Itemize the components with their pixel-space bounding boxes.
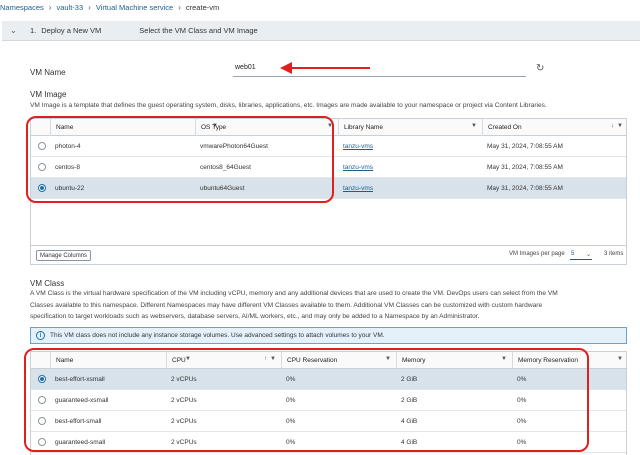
filter-icon[interactable]: ▼	[501, 356, 507, 362]
chevron-down-icon: ⌄	[585, 251, 591, 258]
breadcrumb: Namespaces › vault-33 › Virtual Machine …	[0, 0, 219, 14]
step-number: 1.	[30, 26, 37, 35]
column-header-created-on[interactable]: Created On ↓ ▼	[482, 119, 628, 136]
grid-header: Name ▼ CPU ↑ ▼ CPU Reservation ▼ Memory …	[31, 352, 626, 369]
table-row[interactable]: best-effort-small 2 vCPUs 0% 4 GiB 0%	[31, 411, 626, 432]
item-count: 3 items	[604, 251, 624, 257]
row-radio[interactable]	[38, 142, 46, 150]
row-radio-selected[interactable]	[38, 375, 46, 383]
table-row[interactable]: guaranteed-small 2 vCPUs 0% 4 GiB 0%	[31, 432, 626, 453]
breadcrumb-vm-service[interactable]: Virtual Machine service	[96, 3, 173, 12]
library-link[interactable]: tanzu-vms	[338, 157, 373, 178]
step-title: Deploy a New VM	[41, 26, 102, 35]
filter-icon[interactable]: ▼	[471, 123, 477, 129]
breadcrumb-namespaces[interactable]: Namespaces	[0, 3, 44, 12]
filter-icon[interactable]: ▼	[270, 356, 276, 362]
vm-class-grid: Name ▼ CPU ↑ ▼ CPU Reservation ▼ Memory …	[30, 351, 627, 455]
step-subtitle: Select the VM Class and VM Image	[139, 26, 258, 35]
info-icon: i	[36, 331, 45, 340]
annotation-arrow-head	[280, 62, 292, 74]
breadcrumb-namespace[interactable]: vault-33	[56, 3, 83, 12]
filter-icon[interactable]: ▼	[327, 123, 333, 129]
chevron-right-icon: ›	[178, 2, 181, 12]
row-radio[interactable]	[38, 438, 46, 446]
column-header-memory[interactable]: Memory ▼	[396, 352, 512, 369]
sort-ascending-icon[interactable]: ↑	[264, 356, 267, 362]
filter-icon[interactable]: ▼	[385, 356, 391, 362]
manage-columns-button[interactable]: Manage Columns	[36, 250, 92, 261]
row-radio-selected[interactable]	[38, 184, 46, 192]
table-row-selected[interactable]: ubuntu-22 ubuntu64Guest tanzu-vms May 31…	[31, 178, 626, 199]
vm-image-description: VM Image is a template that defines the …	[30, 102, 547, 109]
column-header-cpu-reservation[interactable]: CPU Reservation ▼	[281, 352, 396, 369]
row-radio[interactable]	[38, 396, 46, 404]
column-header-memory-reservation[interactable]: Memory Reservation ▼	[512, 352, 628, 369]
table-row[interactable]: centos-8 centos8_64Guest tanzu-vms May 3…	[31, 157, 626, 178]
refresh-icon[interactable]: ↻	[536, 63, 544, 74]
table-row[interactable]: photon-4 vmwarePhoton64Guest tanzu-vms M…	[31, 136, 626, 157]
vm-class-heading: VM Class	[30, 279, 65, 288]
library-link[interactable]: tanzu-vms	[338, 136, 373, 157]
column-header-library-name[interactable]: Library Name ▼	[338, 119, 482, 136]
column-header-cpu[interactable]: CPU ↑ ▼	[166, 352, 281, 369]
step-header[interactable]: ⌄ 1. Deploy a New VM Select the VM Class…	[2, 21, 640, 41]
vm-class-description: A VM Class is the virtual hardware speci…	[30, 290, 558, 320]
filter-icon[interactable]: ▼	[617, 356, 623, 362]
library-link[interactable]: tanzu-vms	[338, 178, 373, 199]
grid-footer: Manage Columns VM Images per page 5 ⌄ 3 …	[31, 245, 626, 264]
vm-image-heading: VM Image	[30, 90, 67, 99]
grid-header: Name ▼ OS Type ▼ Library Name ▼ Created …	[31, 119, 626, 136]
chevron-right-icon: ›	[88, 2, 91, 12]
chevron-down-icon[interactable]: ⌄	[10, 26, 20, 35]
info-alert-text: This VM class does not include any insta…	[50, 332, 385, 339]
vm-image-grid: Name ▼ OS Type ▼ Library Name ▼ Created …	[30, 118, 627, 265]
per-page-select[interactable]: 5 ⌄	[570, 249, 592, 260]
row-radio[interactable]	[38, 417, 46, 425]
info-alert: i This VM class does not include any ins…	[30, 327, 627, 344]
column-header-os-type[interactable]: OS Type ▼	[195, 119, 338, 136]
sort-descending-icon[interactable]: ↓	[611, 123, 614, 129]
vm-name-label: VM Name	[30, 68, 66, 77]
chevron-right-icon: ›	[48, 2, 52, 12]
per-page-label: VM Images per page	[509, 251, 565, 257]
table-row-selected[interactable]: best-effort-xsmall 2 vCPUs 0% 2 GiB 0%	[31, 369, 626, 390]
annotation-arrow-line	[290, 67, 370, 69]
table-row[interactable]: guaranteed-xsmall 2 vCPUs 0% 2 GiB 0%	[31, 390, 626, 411]
breadcrumb-current: create-vm	[185, 2, 220, 12]
vm-name-input[interactable]: web01	[233, 64, 526, 77]
filter-icon[interactable]: ▼	[617, 123, 623, 129]
row-radio[interactable]	[38, 163, 46, 171]
